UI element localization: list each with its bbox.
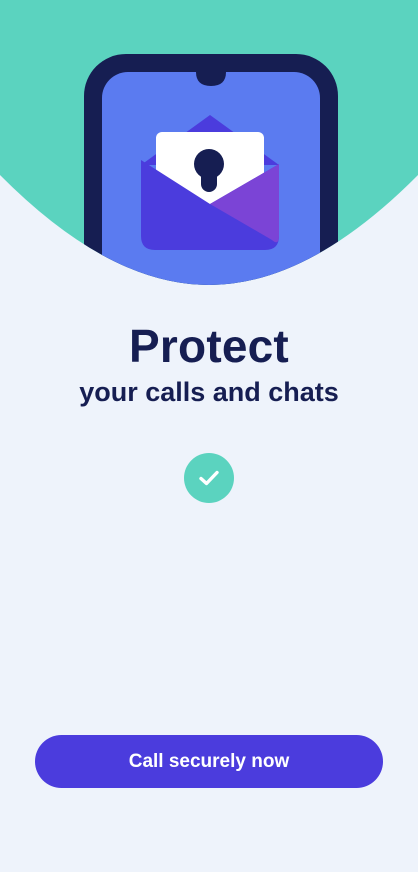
checkmark-icon	[199, 470, 219, 486]
hero-illustration	[0, 0, 418, 300]
status-badge	[184, 453, 234, 503]
page-title: Protect	[129, 320, 289, 372]
phone-lock-illustration	[0, 0, 418, 285]
page-subtitle: your calls and chats	[79, 377, 339, 407]
call-securely-button[interactable]: Call securely now	[35, 735, 383, 788]
